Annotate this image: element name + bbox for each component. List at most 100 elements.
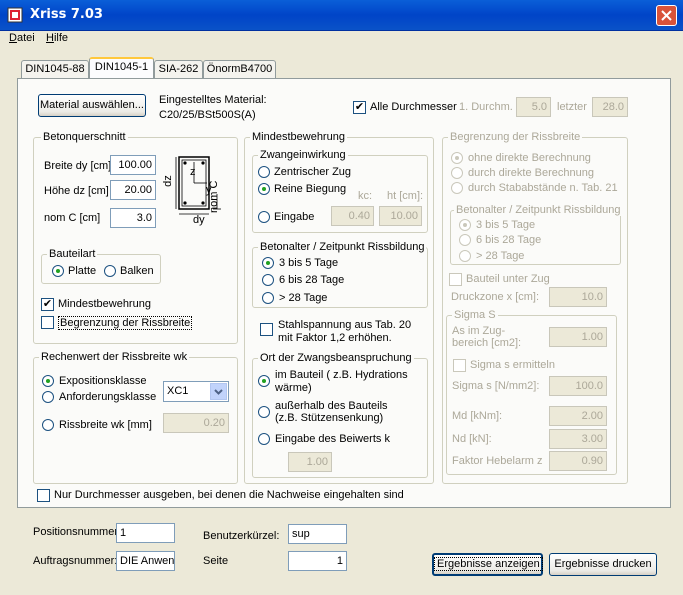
faktor-label: Faktor Hebelarm z [452, 455, 543, 467]
sigma-ermitteln-label: Sigma s ermitteln [470, 359, 555, 371]
rechenwert-title: Rechenwert der Rissbreite wk [39, 351, 190, 363]
tab-onorm-b4700[interactable]: ÖnormB4700 [203, 60, 276, 78]
ausserhalb-label-1: außerhalb des Bauteils [275, 400, 388, 412]
reine-biegung-radio[interactable] [258, 183, 270, 195]
bauteil-zug-checkbox[interactable] [449, 273, 462, 286]
tab-din1045-1[interactable]: DIN1045-1 [89, 57, 154, 78]
ohne-berechnung-radio[interactable] [451, 152, 463, 164]
alle-durchmesser-checkbox[interactable]: ✔ [353, 101, 366, 114]
rissbreite-radio[interactable] [42, 419, 54, 431]
nd-field[interactable]: 3.00 [549, 429, 607, 449]
alter-6-28-radio[interactable] [262, 274, 274, 286]
direkte-berechnung-radio[interactable] [451, 167, 463, 179]
anforderungsklasse-radio[interactable] [42, 391, 54, 403]
breite-field[interactable]: 100.00 [110, 155, 156, 175]
md-label: Md [kNm]: [452, 410, 503, 422]
nur-durchmesser-checkbox[interactable] [37, 489, 50, 502]
druckzone-label: Druckzone x [cm]: [451, 291, 540, 303]
alter-6-28-label: 6 bis 28 Tage [279, 274, 345, 286]
nd-label: Nd [kN]: [452, 433, 492, 445]
stahlspannung-checkbox[interactable] [260, 323, 273, 336]
im-bauteil-radio[interactable] [258, 375, 270, 387]
stababstaende-radio[interactable] [451, 182, 463, 194]
last-diameter-label: letzter [557, 101, 587, 113]
last-diameter-field[interactable]: 28.0 [592, 97, 628, 117]
klasse-dropdown-button[interactable] [210, 383, 227, 400]
close-button[interactable] [656, 5, 677, 26]
eingabe-radio[interactable] [258, 211, 270, 223]
ht-field[interactable]: 10.00 [379, 206, 422, 226]
as-field[interactable]: 1.00 [549, 327, 607, 347]
ergebnisse-anzeigen-button[interactable]: Ergebnisse anzeigen [432, 553, 543, 576]
nur-durchmesser-label: Nur Durchmesser ausgeben, bei denen die … [54, 489, 404, 501]
stahlspannung-label-1: Stahlspannung aus Tab. 20 [278, 319, 412, 331]
eingabe-k-radio[interactable] [258, 433, 270, 445]
hoehe-label: Höhe dz [cm] [44, 185, 109, 197]
benutzerkuerzel-label: Benutzerkürzel: [203, 530, 280, 542]
begrenzung-label: Begrenzung der Rissbreite [58, 316, 193, 330]
b-alter-3-5-label: 3 bis 5 Tage [476, 219, 536, 231]
expositionsklasse-radio[interactable] [42, 375, 54, 387]
positionsnummer-field[interactable]: 1 [116, 523, 175, 543]
first-diameter-field[interactable]: 5.0 [516, 97, 551, 117]
menu-hilfe[interactable]: Hilfe [46, 32, 68, 44]
diagram-z-label: z [190, 166, 196, 178]
betonquerschnitt-title: Betonquerschnitt [41, 131, 128, 143]
reine-biegung-label: Reine Biegung [274, 183, 347, 195]
b-alter-3-5-radio[interactable] [459, 219, 471, 231]
md-field[interactable]: 2.00 [549, 406, 607, 426]
app-icon [7, 7, 23, 23]
platte-label: Platte [68, 265, 97, 277]
bauteil-zug-label: Bauteil unter Zug [466, 273, 550, 285]
platte-radio[interactable] [52, 265, 64, 277]
b-alter-6-28-radio[interactable] [459, 234, 471, 246]
direkte-berechnung-label: durch direkte Berechnung [468, 167, 594, 179]
mindestbewehrung-checkbox[interactable]: ✔ [41, 298, 54, 311]
druckzone-field[interactable]: 10.0 [549, 287, 607, 307]
material-value: C20/25/BSt500S(A) [159, 109, 256, 121]
b-alter-28-radio[interactable] [459, 250, 471, 262]
tab-sia-262[interactable]: SIA-262 [154, 60, 203, 78]
as-label-1: As im Zug- [452, 325, 506, 337]
tab-din1045-88[interactable]: DIN1045-88 [21, 60, 89, 78]
bauteilart-title: Bauteilart [47, 248, 98, 260]
seite-field[interactable]: 1 [288, 551, 347, 571]
first-diameter-label: 1. Durchm. [459, 101, 513, 113]
as-label-2: bereich [cm2]: [452, 337, 522, 349]
menu-datei[interactable]: Datei [9, 32, 35, 44]
sigma-title: Sigma S [452, 309, 498, 321]
ausserhalb-label-2: (z.B. Stützensenkung) [275, 412, 384, 424]
zentrischer-zug-radio[interactable] [258, 166, 270, 178]
benutzerkuerzel-field[interactable]: sup [288, 524, 347, 544]
sigma-s-field[interactable]: 100.0 [549, 376, 607, 396]
zwangeinwirkung-title: Zwangeinwirkung [258, 149, 348, 161]
ausserhalb-radio[interactable] [258, 406, 270, 418]
stababstaende-label: durch Stababstände n. Tab. 21 [468, 182, 618, 194]
b-alter-6-28-label: 6 bis 28 Tage [476, 234, 542, 246]
eingabe-k-label: Eingabe des Beiwerts k [275, 433, 390, 445]
alter-3-5-radio[interactable] [262, 257, 274, 269]
positionsnummer-label: Positionsnummer: [33, 526, 122, 538]
faktor-field[interactable]: 0.90 [549, 451, 607, 471]
ht-label: ht [cm]: [387, 190, 424, 202]
im-bauteil-label-1: im Bauteil ( z.B. Hydrations [275, 369, 408, 381]
nomc-label: nom C [cm] [44, 212, 101, 224]
alter-28-radio[interactable] [262, 292, 274, 304]
begrenzung-title: Begrenzung der Rissbreite [448, 131, 583, 143]
ort-title: Ort der Zwangsbeanspruchung [258, 352, 414, 364]
ergebnisse-drucken-button[interactable]: Ergebnisse drucken [549, 553, 657, 576]
begrenzung-checkbox[interactable] [41, 316, 54, 329]
balken-radio[interactable] [104, 265, 116, 277]
sigma-ermitteln-checkbox[interactable] [453, 359, 466, 372]
anforderungsklasse-label: Anforderungsklasse [59, 391, 157, 403]
im-bauteil-label-2: wärme) [275, 382, 312, 394]
nomc-field[interactable]: 3.0 [110, 208, 156, 228]
window-title: Xriss 7.03 [30, 7, 103, 22]
auftragsnummer-field[interactable]: DIE Anwen [116, 551, 175, 571]
expositionsklasse-label: Expositionsklasse [59, 375, 147, 387]
material-select-button[interactable]: Material auswählen... [38, 94, 146, 117]
rissbreite-field[interactable]: 0.20 [163, 413, 229, 433]
kc-field[interactable]: 0.40 [331, 206, 374, 226]
k-field[interactable]: 1.00 [288, 452, 332, 472]
hoehe-field[interactable]: 20.00 [110, 180, 156, 200]
